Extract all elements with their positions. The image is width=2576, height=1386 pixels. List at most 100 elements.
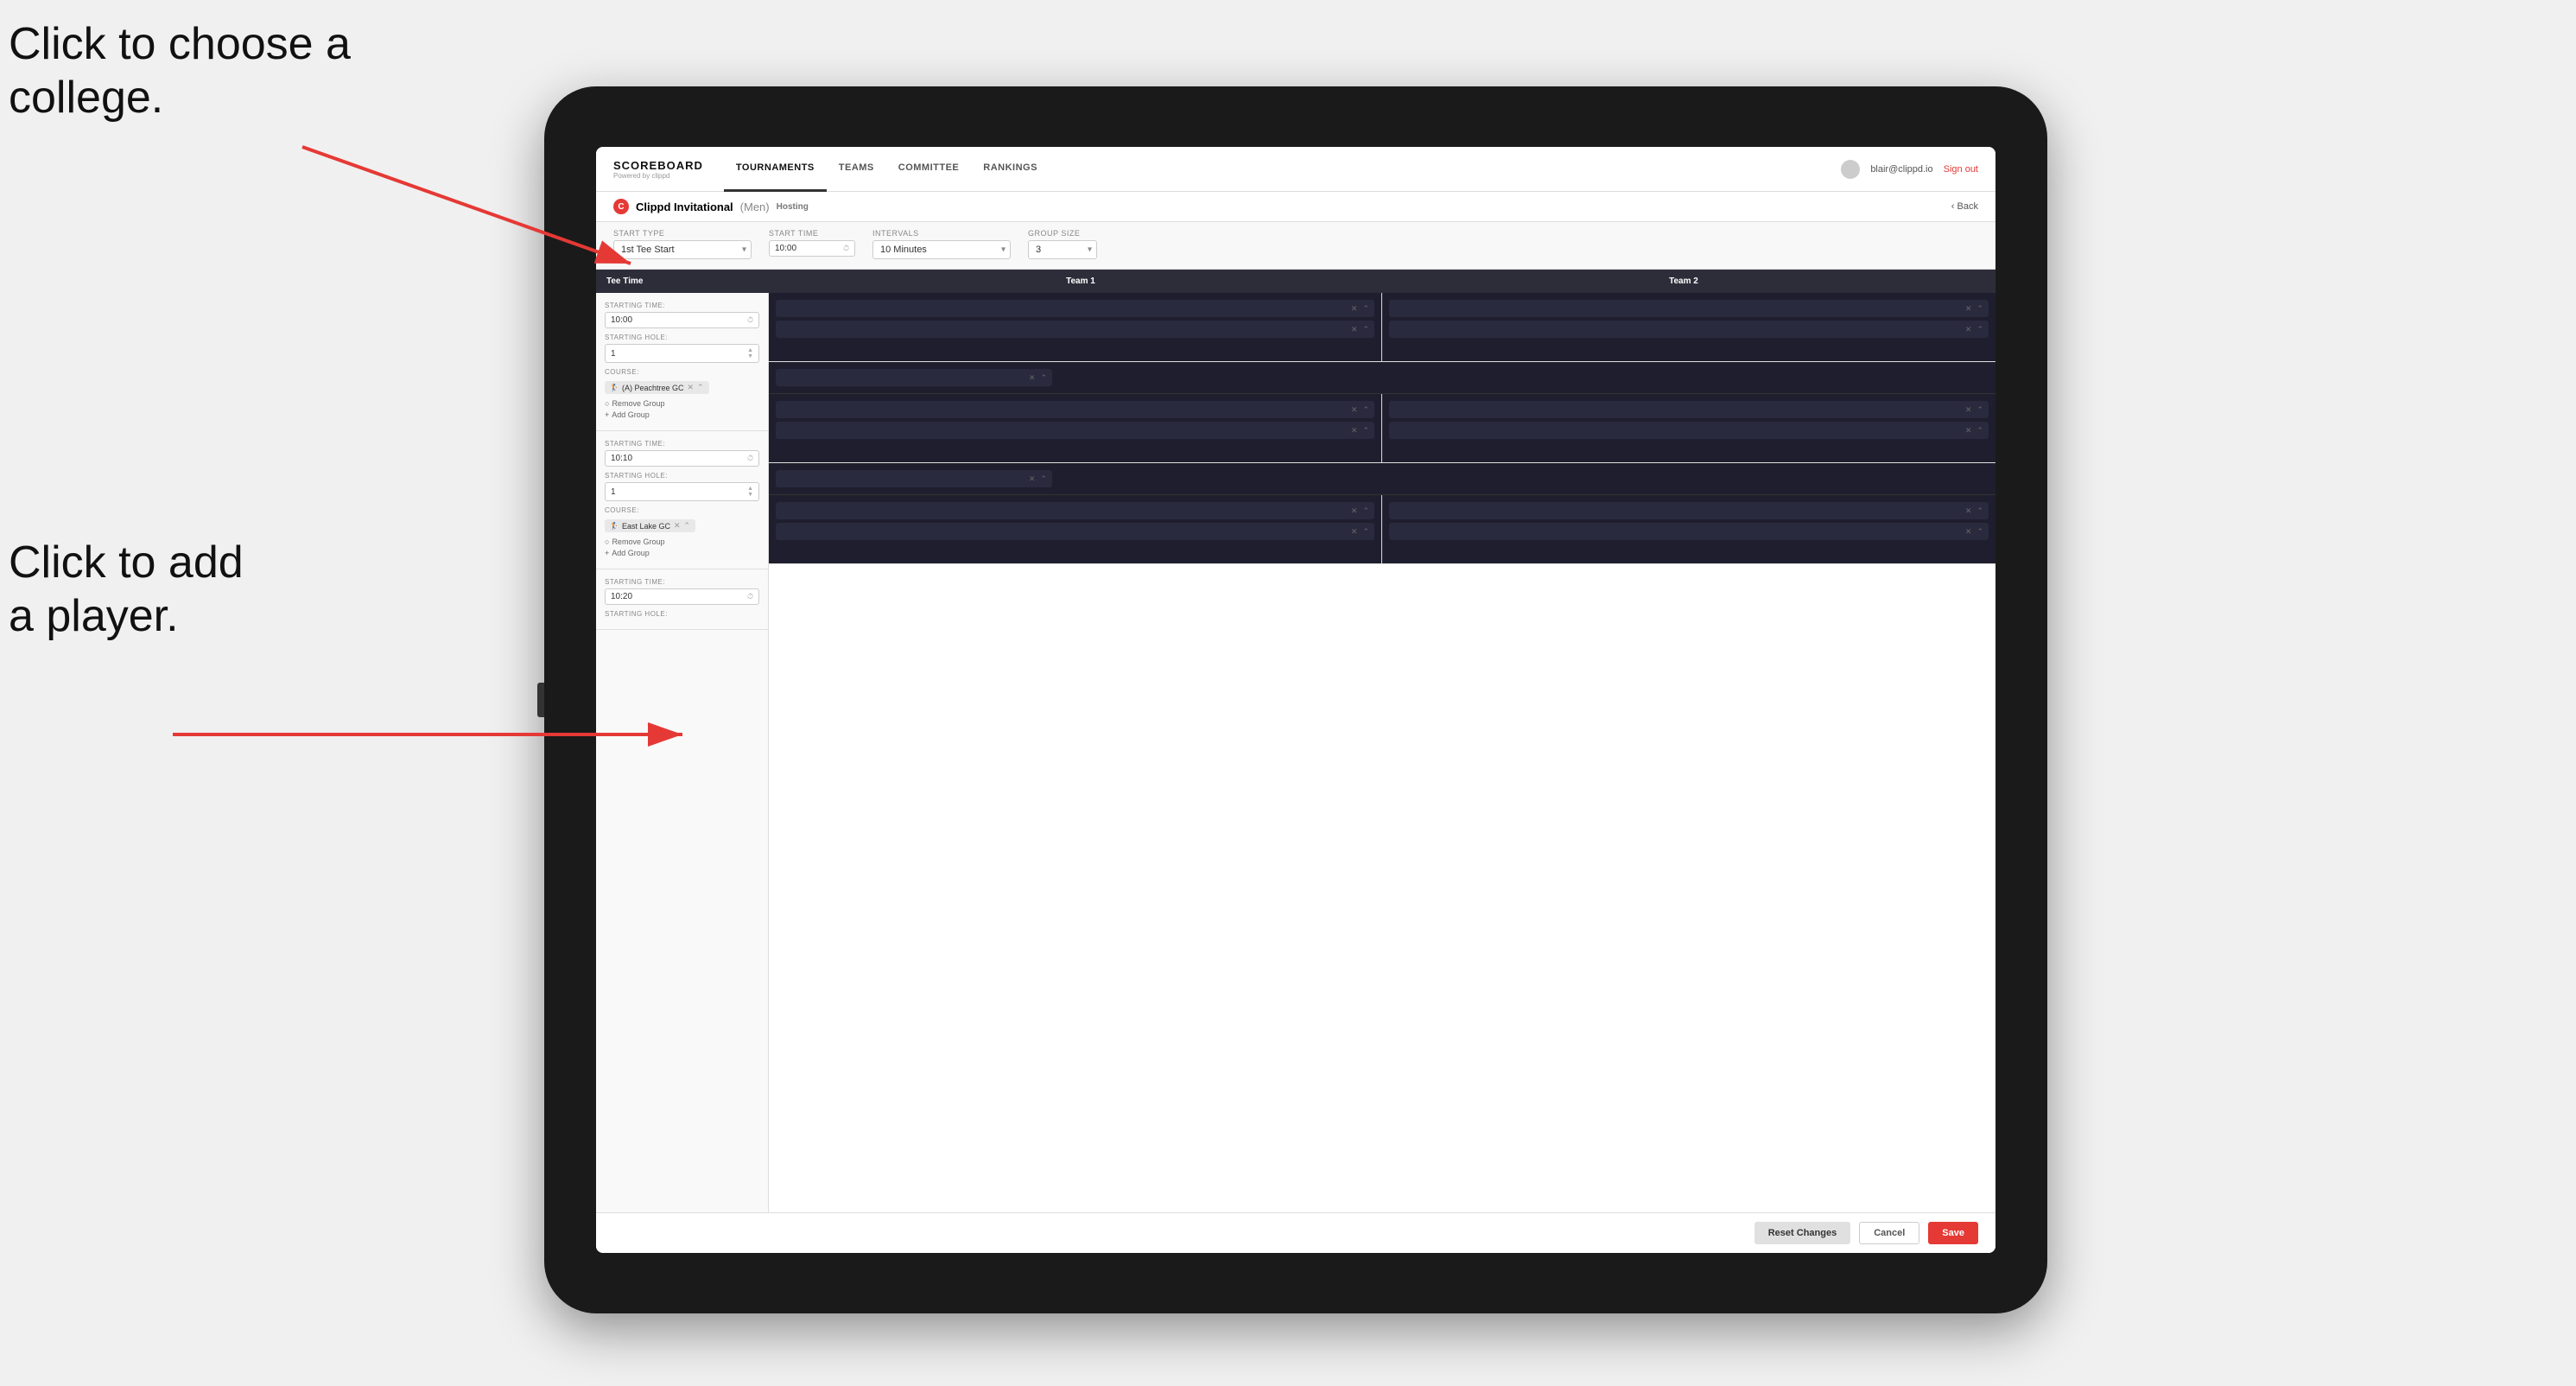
player-slot-6-1[interactable]: ✕ ⌃ [1389,502,1989,519]
course-slot-expand-2[interactable]: ⌃ [1040,474,1047,484]
nav-tab-teams[interactable]: TEAMS [827,147,886,192]
course-remove-1[interactable]: ✕ [688,383,695,392]
course-remove-2[interactable]: ✕ [674,521,681,531]
add-group-btn-2[interactable]: + Add Group [605,549,759,557]
starting-time-input-2[interactable]: 10:10 ⏱ [605,450,759,467]
player-slot-2-2[interactable]: ✕ ⌃ [1389,321,1989,338]
slot-x-1-1[interactable]: ✕ [1351,304,1358,314]
reset-changes-button[interactable]: Reset Changes [1754,1222,1850,1244]
user-email: blair@clippd.io [1870,164,1932,175]
course-tag-1[interactable]: 🏌 (A) Peachtree GC ✕ ⌃ [605,381,709,394]
player-slot-6-2[interactable]: ✕ ⌃ [1389,523,1989,540]
slot-x-3-2[interactable]: ✕ [1351,426,1358,436]
tablet-screen: SCOREBOARD Powered by clippd TOURNAMENTS… [596,147,1995,1253]
add-group-btn-1[interactable]: + Add Group [605,410,759,419]
slot-x-2-2[interactable]: ✕ [1965,325,1972,334]
nav-tab-tournaments[interactable]: TOURNAMENTS [724,147,827,192]
slot-x-1-2[interactable]: ✕ [1351,325,1358,334]
group-row-1: ✕ ⌃ ✕ ⌃ ✕ ⌃ ✕ [769,293,1995,362]
slot-x-5-1[interactable]: ✕ [1351,506,1358,516]
slot-x-3-1[interactable]: ✕ [1351,405,1358,415]
starting-hole-input-1[interactable]: 1 ▲▼ [605,344,759,363]
group-size-label: Group Size [1028,229,1097,238]
starting-hole-label-2: STARTING HOLE: [605,472,759,480]
course-slot-x-2[interactable]: ✕ [1029,474,1036,484]
slot-x-6-1[interactable]: ✕ [1965,506,1972,516]
remove-group-btn-2[interactable]: ○ Remove Group [605,537,759,546]
starting-time-input-3[interactable]: 10:20 ⏱ [605,588,759,605]
slot-expand-3-1[interactable]: ⌃ [1362,405,1369,415]
intervals-group: Intervals 10 Minutes [872,229,1011,262]
save-button[interactable]: Save [1928,1222,1978,1244]
starting-time-label-3: STARTING TIME: [605,578,759,586]
player-slot-1-1[interactable]: ✕ ⌃ [776,300,1374,317]
slot-x-4-2[interactable]: ✕ [1965,426,1972,436]
player-slot-4-1[interactable]: ✕ ⌃ [1389,401,1989,418]
slot-expand-6-1[interactable]: ⌃ [1976,506,1983,516]
start-time-label: Start Time [769,229,855,238]
back-button[interactable]: ‹ Back [1951,201,1978,212]
sign-out-link[interactable]: Sign out [1944,164,1978,175]
course-expand-2[interactable]: ⌃ [684,521,691,531]
course-name-2: East Lake GC [622,522,670,531]
brand-sub: Powered by clippd [613,172,703,180]
slot-x-6-2[interactable]: ✕ [1965,527,1972,537]
course-label-2: COURSE: [605,506,759,514]
nav-tab-rankings[interactable]: RANKINGS [971,147,1050,192]
annotation-top: Click to choose a college. [9,17,351,125]
course-label-1: COURSE: [605,368,759,376]
course-name-1: (A) Peachtree GC [622,384,684,392]
player-slot-5-2[interactable]: ✕ ⌃ [776,523,1374,540]
intervals-select[interactable]: 10 Minutes [872,240,1011,259]
start-time-input[interactable]: 10:00 ⏱ [769,240,855,257]
player-slot-3-2[interactable]: ✕ ⌃ [776,422,1374,439]
team1-cell-1: ✕ ⌃ ✕ ⌃ [769,293,1382,361]
brand: SCOREBOARD Powered by clippd [613,159,703,180]
start-time-group: Start Time 10:00 ⏱ [769,229,855,262]
cancel-button[interactable]: Cancel [1859,1222,1919,1244]
slot-x-2-1[interactable]: ✕ [1965,304,1972,314]
player-slot-4-2[interactable]: ✕ ⌃ [1389,422,1989,439]
nav-tab-committee[interactable]: COMMITTEE [886,147,972,192]
slot-expand-6-2[interactable]: ⌃ [1976,527,1983,537]
starting-time-input-1[interactable]: 10:00 ⏱ [605,312,759,328]
slot-expand-3-2[interactable]: ⌃ [1362,426,1369,436]
slot-expand-4-1[interactable]: ⌃ [1976,405,1983,415]
player-slot-1-2[interactable]: ✕ ⌃ [776,321,1374,338]
course-tag-2[interactable]: 🏌 East Lake GC ✕ ⌃ [605,519,695,532]
intervals-label: Intervals [872,229,1011,238]
player-slot-2-1[interactable]: ✕ ⌃ [1389,300,1989,317]
remove-group-btn-1[interactable]: ○ Remove Group [605,399,759,408]
course-expand-1[interactable]: ⌃ [697,383,704,392]
slot-x-4-1[interactable]: ✕ [1965,405,1972,415]
course-slot-expand-1[interactable]: ⌃ [1040,373,1047,383]
start-type-select[interactable]: 1st Tee Start [613,240,752,259]
team1-cell-2: ✕ ⌃ ✕ ⌃ [769,394,1382,462]
tablet-side-button [537,683,544,717]
slot-expand-1-2[interactable]: ⌃ [1362,325,1369,334]
course-player-slot-1[interactable]: ✕ ⌃ [776,369,1052,386]
slot-expand-2-1[interactable]: ⌃ [1976,304,1983,314]
starting-hole-input-2[interactable]: 1 ▲▼ [605,482,759,501]
group-block-3: STARTING TIME: 10:20 ⏱ STARTING HOLE: [596,569,768,630]
tee-time-col-header: Tee Time [606,277,779,286]
slot-x-5-2[interactable]: ✕ [1351,527,1358,537]
slot-expand-1-1[interactable]: ⌃ [1362,304,1369,314]
c-icon: C [613,199,629,214]
starting-hole-label-1: STARTING HOLE: [605,334,759,341]
slot-expand-2-2[interactable]: ⌃ [1976,325,1983,334]
starting-time-label-2: STARTING TIME: [605,440,759,448]
brand-name: SCOREBOARD [613,159,703,172]
course-slot-x-1[interactable]: ✕ [1029,373,1036,383]
player-slot-3-1[interactable]: ✕ ⌃ [776,401,1374,418]
slot-expand-5-1[interactable]: ⌃ [1362,506,1369,516]
team1-cell-3: ✕ ⌃ ✕ ⌃ [769,495,1382,563]
course-slot-2: ✕ ⌃ [776,470,1989,487]
player-slot-5-1[interactable]: ✕ ⌃ [776,502,1374,519]
slot-expand-4-2[interactable]: ⌃ [1976,426,1983,436]
group-row-3: ✕ ⌃ ✕ ⌃ ✕ ⌃ ✕ [769,495,1995,564]
left-panel: STARTING TIME: 10:00 ⏱ STARTING HOLE: 1 … [596,293,769,1212]
slot-expand-5-2[interactable]: ⌃ [1362,527,1369,537]
course-player-slot-2[interactable]: ✕ ⌃ [776,470,1052,487]
group-size-select[interactable]: 3 [1028,240,1097,259]
